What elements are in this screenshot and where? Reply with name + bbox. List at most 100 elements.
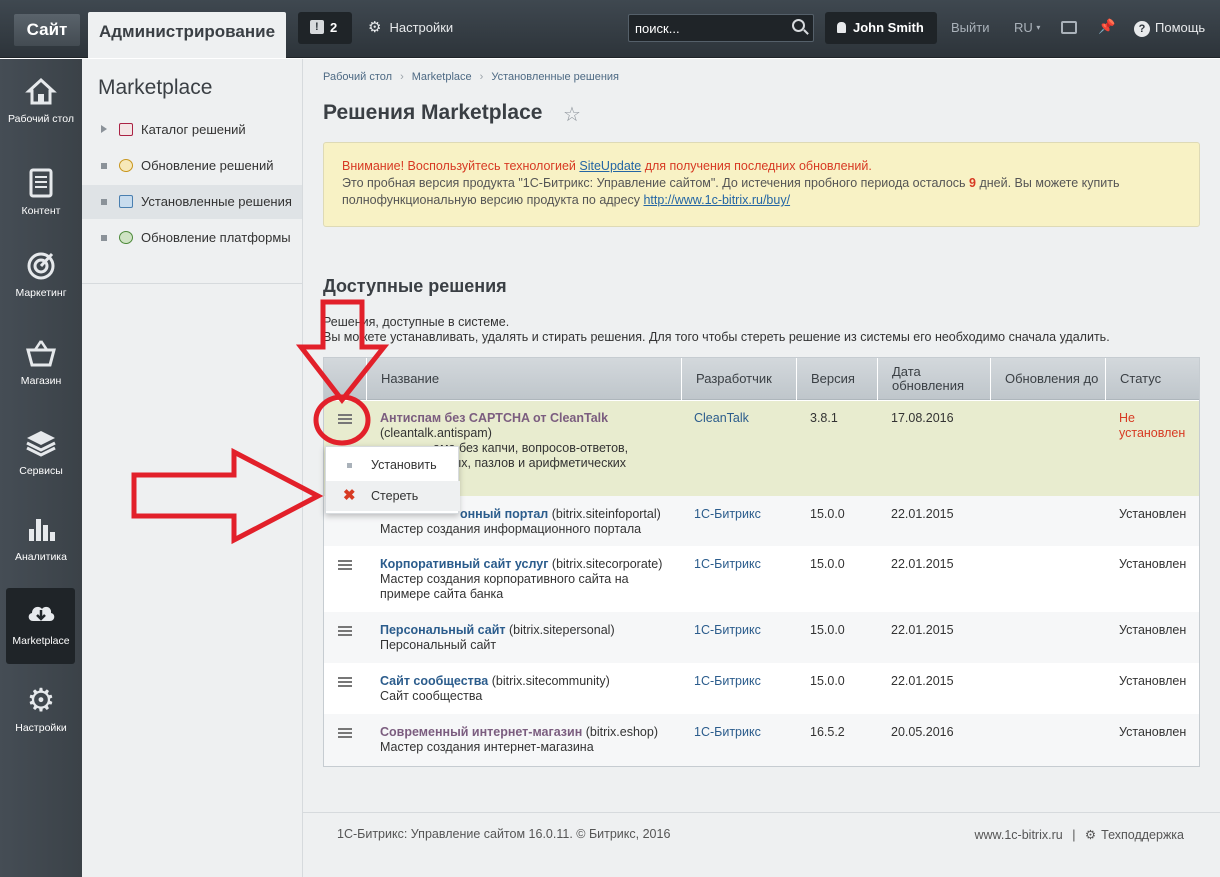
home-icon	[25, 77, 57, 105]
support-link[interactable]: Техподдержка	[1101, 828, 1184, 842]
version-cell: 15.0.0	[810, 623, 845, 637]
row-name-cell: Корпоративный сайт услуг (bitrix.sitecor…	[380, 557, 680, 602]
column-header-updates-until[interactable]: Обновления до	[990, 358, 1105, 400]
trial-days: 9	[969, 176, 976, 190]
table-row[interactable]: Корпоративный сайт услуг (bitrix.sitecor…	[324, 546, 1199, 612]
solution-name-link[interactable]: Сайт сообщества	[380, 674, 488, 688]
developer-link[interactable]: 1С-Битрикс	[694, 674, 761, 689]
menu-item-services[interactable]: Сервисы	[0, 427, 82, 477]
breadcrumb-item-marketplace[interactable]: Marketplace	[412, 71, 472, 83]
search-input[interactable]	[628, 14, 814, 42]
alert-text: полнофункциональную версию продукта по а…	[342, 193, 644, 207]
solution-description: примере сайта банка	[380, 587, 504, 601]
solution-code: (bitrix.sitepersonal)	[509, 623, 615, 637]
submenu-item-updates[interactable]: Обновление решений	[82, 149, 302, 183]
developer-link[interactable]: 1С-Битрикс	[694, 557, 761, 572]
page-title: Решения Marketplace	[323, 101, 543, 124]
row-menu-icon[interactable]	[338, 677, 352, 687]
solution-name-link[interactable]: Персональный сайт	[380, 623, 506, 637]
submenu-item-installed[interactable]: Установленные решения	[82, 185, 302, 219]
menu-item-content[interactable]: Контент	[0, 167, 82, 217]
row-name-cell: Современный интернет-магазин (bitrix.esh…	[380, 725, 680, 755]
logout-link[interactable]: Выйти	[951, 12, 990, 44]
table-row[interactable]: Современный интернет-магазин (bitrix.esh…	[324, 714, 1199, 766]
alert-text: для получения последних обновлений.	[641, 159, 872, 173]
footer-site-link[interactable]: www.1c-bitrix.ru	[974, 828, 1062, 842]
developer-link[interactable]: 1С-Битрикс	[694, 725, 761, 740]
catalog-icon	[119, 123, 133, 136]
pin-icon[interactable]: 📌	[1098, 18, 1115, 35]
solution-name-link[interactable]: Современный интернет-магазин	[380, 725, 582, 739]
notification-icon	[310, 11, 324, 43]
submenu-item-platform-update[interactable]: Обновление платформы	[82, 221, 302, 255]
menu-item-analytics[interactable]: Аналитика	[0, 513, 82, 563]
row-menu-icon[interactable]	[338, 626, 352, 636]
date-cell: 20.05.2016	[891, 725, 954, 739]
target-icon	[27, 252, 55, 280]
update-icon	[119, 159, 133, 172]
admin-tab[interactable]: Администрирование	[88, 12, 286, 58]
column-header-status[interactable]: Статус	[1105, 358, 1199, 400]
row-action-menu: Установить ✖ Стереть	[325, 446, 460, 514]
basket-icon	[26, 340, 56, 367]
help-link[interactable]: ? Помощь	[1134, 12, 1205, 44]
menu-item-marketing[interactable]: Маркетинг	[0, 249, 82, 299]
row-menu-icon[interactable]	[338, 728, 352, 738]
column-header-developer[interactable]: Разработчик	[681, 358, 796, 400]
status-badge: Не установлен	[1119, 411, 1186, 440]
row-menu-icon[interactable]	[338, 560, 352, 570]
install-menu-item[interactable]: Установить	[326, 450, 460, 480]
menu-item-shop[interactable]: Магазин	[0, 337, 82, 387]
search-icon[interactable]	[792, 19, 805, 32]
chevron-down-icon: ▾	[1036, 23, 1041, 32]
menu-item-label: Контент	[21, 205, 61, 217]
version-cell: 15.0.0	[810, 674, 845, 688]
solution-code: (cleantalk.antispam)	[380, 426, 492, 440]
user-button[interactable]: John Smith	[825, 12, 937, 44]
solution-description: Мастер создания корпоративного сайта на	[380, 572, 629, 586]
submenu-item-label: Обновление решений	[141, 158, 274, 173]
expand-arrow-icon[interactable]	[101, 125, 107, 133]
siteupdate-link[interactable]: SiteUpdate	[579, 159, 641, 173]
submenu-item-label: Обновление платформы	[141, 230, 291, 245]
breadcrumb-item-desktop[interactable]: Рабочий стол	[323, 71, 392, 83]
row-name-cell: Персональный сайт (bitrix.sitepersonal) …	[380, 623, 680, 653]
user-name: John Smith	[853, 20, 924, 35]
menu-item-settings[interactable]: ⚙ Настройки	[0, 684, 82, 734]
cloud-download-icon	[28, 606, 55, 621]
solution-name-link[interactable]: Антиспам без CAPTCHA от CleanTalk	[380, 411, 608, 425]
layers-icon	[26, 431, 56, 457]
settings-link[interactable]: ⚙ Настройки	[368, 12, 453, 44]
version-cell: 3.8.1	[810, 411, 838, 425]
section-description: Решения, доступные в системе. Вы можете …	[323, 315, 1110, 345]
footer-copyright: 1С-Битрикс: Управление сайтом 16.0.11. ©…	[337, 827, 671, 841]
erase-menu-item[interactable]: ✖ Стереть	[326, 481, 460, 511]
column-header-version[interactable]: Версия	[796, 358, 877, 400]
row-menu-icon[interactable]	[338, 414, 352, 424]
alert-text: Внимание! Воспользуйтесь технологией	[342, 159, 580, 173]
buy-link[interactable]: http://www.1c-bitrix.ru/buy/	[643, 193, 790, 207]
solution-name-link[interactable]: Корпоративный сайт услуг	[380, 557, 548, 571]
submenu-item-catalog[interactable]: Каталог решений	[82, 113, 302, 147]
column-header-name[interactable]: Название	[366, 358, 681, 400]
language-selector[interactable]: RU ▾	[1014, 12, 1040, 44]
row-name-cell: Сайт сообщества (bitrix.sitecommunity) С…	[380, 674, 680, 704]
table-row[interactable]: Персональный сайт (bitrix.sitepersonal) …	[324, 612, 1199, 663]
site-tab[interactable]: Сайт	[14, 14, 80, 46]
gear-icon: ⚙	[1084, 828, 1097, 842]
table-row[interactable]: Сайт сообщества (bitrix.sitecommunity) С…	[324, 663, 1199, 714]
keyboard-icon[interactable]	[1061, 21, 1077, 34]
star-icon[interactable]: ☆	[563, 102, 581, 127]
menu-item-marketplace[interactable]: Marketplace	[0, 597, 82, 647]
breadcrumb-item-installed[interactable]: Установленные решения	[491, 71, 619, 83]
column-header-date[interactable]: Дата обновления	[877, 358, 990, 400]
submenu-item-label: Каталог решений	[141, 122, 246, 137]
developer-link[interactable]: 1С-Битрикс	[694, 623, 761, 638]
solution-code: (bitrix.eshop)	[585, 725, 658, 739]
menu-item-desktop[interactable]: Рабочий стол	[0, 75, 82, 125]
developer-link[interactable]: 1С-Битрикс	[694, 507, 761, 522]
install-label: Установить	[371, 458, 437, 472]
alert-line-3: полнофункциональную версию продукта по а…	[342, 192, 1181, 209]
developer-link[interactable]: CleanTalk	[694, 411, 749, 426]
notifications-button[interactable]: 2	[298, 11, 352, 44]
